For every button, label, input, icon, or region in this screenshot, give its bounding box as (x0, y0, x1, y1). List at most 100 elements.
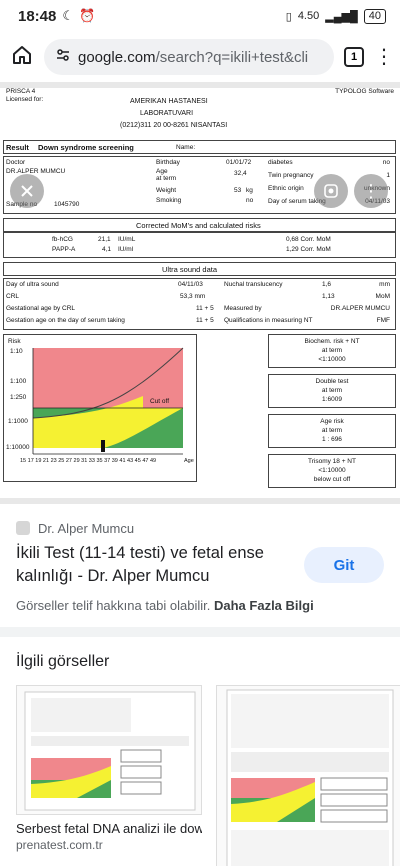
agerisk-title: Age risk (320, 418, 344, 425)
biochem-title: Biochem. risk + NT (304, 338, 360, 345)
status-bar: 18:48 ☾ ⏰ ▯ 4.50 ▂▄▆█ 40 (0, 0, 400, 32)
battery-icon: 40 (363, 8, 386, 24)
related-thumbnail[interactable] (16, 685, 202, 815)
licensed-label: Licensed for: (6, 96, 44, 103)
double-title: Double test (315, 378, 349, 385)
ethnic-label: Ethnic origin (268, 185, 304, 192)
more-vert-icon: ⋮ (362, 181, 380, 201)
us-header: Ultra sound data (162, 265, 218, 274)
fbhcg-unit: IU/mL (118, 236, 136, 243)
double-test-box: Double test at term 1:6009 (268, 374, 396, 408)
report-image: PRISCA 4 Licensed for: TYPOLOG Software … (0, 88, 400, 498)
browser-toolbar: google.com/search?q=ikili+test&cli 1 ⋮ (0, 32, 400, 82)
related-title: İlgili görseller (16, 653, 110, 670)
name-label: Name: (176, 144, 196, 151)
favicon-icon (16, 521, 30, 535)
risk-tick-1: 1:100 (10, 378, 27, 385)
more-info-link[interactable]: Daha Fazla Bilgi (214, 598, 314, 613)
risk-tick-0: 1:10 (10, 348, 23, 355)
menu-icon[interactable]: ⋮ (374, 47, 394, 67)
fbhcg-value: 21,1 (98, 236, 111, 243)
pappa-unit: IU/ml (118, 246, 134, 253)
result-title[interactable]: İkili Test (11-14 testi) ve fetal ense k… (16, 542, 286, 588)
age-label: Age (156, 168, 168, 175)
age-value: 32,4 (234, 170, 247, 177)
close-icon (21, 185, 33, 197)
birthday-value: 01/01/72 (226, 159, 252, 166)
lens-icon (324, 184, 338, 198)
twin-value: 1 (386, 172, 390, 179)
risk-tick-3: 1:1000 (8, 418, 28, 425)
site-info-icon[interactable] (56, 48, 70, 67)
trisomy-value: <1:10000 (318, 467, 346, 474)
pappa-label: PAPP-A (52, 246, 76, 253)
age-ticks: 15 17 19 21 23 25 27 29 31 33 35 37 39 4… (20, 458, 157, 464)
doctor-value: DR.ALPER MUMCU (6, 168, 66, 175)
smoking-value: no (246, 197, 254, 204)
patient-marker (101, 440, 105, 452)
url-path: /search?q=ikili+test&cli (155, 48, 309, 66)
fbhcg-mom: 0,68 Corr. MoM (286, 236, 331, 243)
alarm-icon: ⏰ (79, 8, 96, 23)
pappa-mom: 1,29 Corr. MoM (286, 246, 331, 253)
result-value: Down syndrome screening (38, 143, 134, 152)
signal-icon: ▂▄▆█ (325, 10, 358, 23)
copyright-text: Görseller telif hakkına tabi olabilir. (16, 598, 211, 613)
home-icon[interactable] (10, 43, 34, 72)
network-speed: 4.50 (297, 10, 320, 22)
mom-header: Corrected MoM's and calculated risks (136, 221, 261, 230)
clock: 18:48 (18, 7, 57, 25)
crl-value: 53,3 mm (180, 293, 206, 300)
vibrate-icon: ▯ (285, 10, 292, 23)
prisca-label: PRISCA 4 (6, 88, 36, 95)
image-more-button[interactable]: ⋮ (354, 174, 388, 208)
pappa-value: 4,1 (102, 246, 112, 253)
source-name: Dr. Alper Mumcu (38, 520, 135, 536)
gaserum-label: Gestation age on the day of serum taking (6, 317, 125, 324)
biochem-value: <1:10000 (318, 356, 346, 363)
measured-label: Measured by (224, 305, 262, 312)
dayus-value: 04/11/03 (178, 281, 203, 288)
weight-value: 53 (234, 187, 242, 194)
agerisk-sub: at term (321, 427, 343, 434)
risk-tick-2: 1:250 (10, 394, 27, 401)
trisomy-box: Trisomy 18 + NT <1:10000 below cut off (268, 454, 396, 488)
doctor-label: Doctor (6, 159, 26, 166)
double-sub: at term (321, 387, 343, 394)
lab-phone: (0212)311 20 00-8261 NISANTASI (120, 122, 228, 129)
birthday-label: Birthday (156, 159, 180, 166)
image-viewer: PRISCA 4 Licensed for: TYPOLOG Software … (0, 82, 400, 504)
measured-value: DR.ALPER MUMCU (330, 305, 390, 312)
related-card[interactable] (216, 685, 400, 866)
address-bar[interactable]: google.com/search?q=ikili+test&cli (44, 39, 334, 75)
diabetes-label: diabetes (268, 159, 293, 166)
gacrl-value: 11 + 5 (196, 305, 214, 312)
related-site: prenatest.com.tr (16, 838, 103, 852)
qual-value: FMF (376, 317, 390, 324)
diabetes-value: no (382, 159, 390, 166)
lens-button[interactable] (314, 174, 348, 208)
risk-tick-4: 1:10000 (6, 444, 30, 451)
age-risk-box: Age risk at term 1 : 696 (268, 414, 396, 448)
double-value: 1:6009 (322, 396, 342, 403)
visit-button[interactable]: Git (304, 547, 384, 583)
source-row[interactable]: Dr. Alper Mumcu (16, 504, 384, 540)
smoking-label: Smoking (156, 197, 182, 204)
biochem-box: Biochem. risk + NT at term <1:10000 (268, 334, 396, 368)
nt-unit: mm (379, 281, 390, 288)
trisomy-title: Trisomy 18 + NT (308, 458, 356, 465)
related-thumbnail[interactable] (216, 685, 400, 866)
tab-switcher-button[interactable]: 1 (344, 47, 364, 67)
close-button[interactable] (10, 174, 44, 208)
url-host: google.com (78, 48, 156, 66)
typolog-label: TYPOLOG Software (335, 88, 394, 95)
nt-value: 1,6 (322, 281, 332, 288)
risk-axis-label: Risk (8, 338, 21, 345)
nt-label: Nuchal translucency (224, 281, 283, 288)
related-caption[interactable]: Serbest fetal DNA analizi ile dow... (16, 821, 202, 836)
copyright-notice: Görseller telif hakkına tabi olabilir. D… (16, 598, 384, 613)
related-card[interactable]: Serbest fetal DNA analizi ile dow... pre… (16, 685, 202, 866)
moon-icon: ☾ (62, 8, 75, 23)
result-panel: Dr. Alper Mumcu İkili Test (11-14 testi)… (0, 504, 400, 866)
cutoff-label: Cut off (150, 398, 170, 405)
